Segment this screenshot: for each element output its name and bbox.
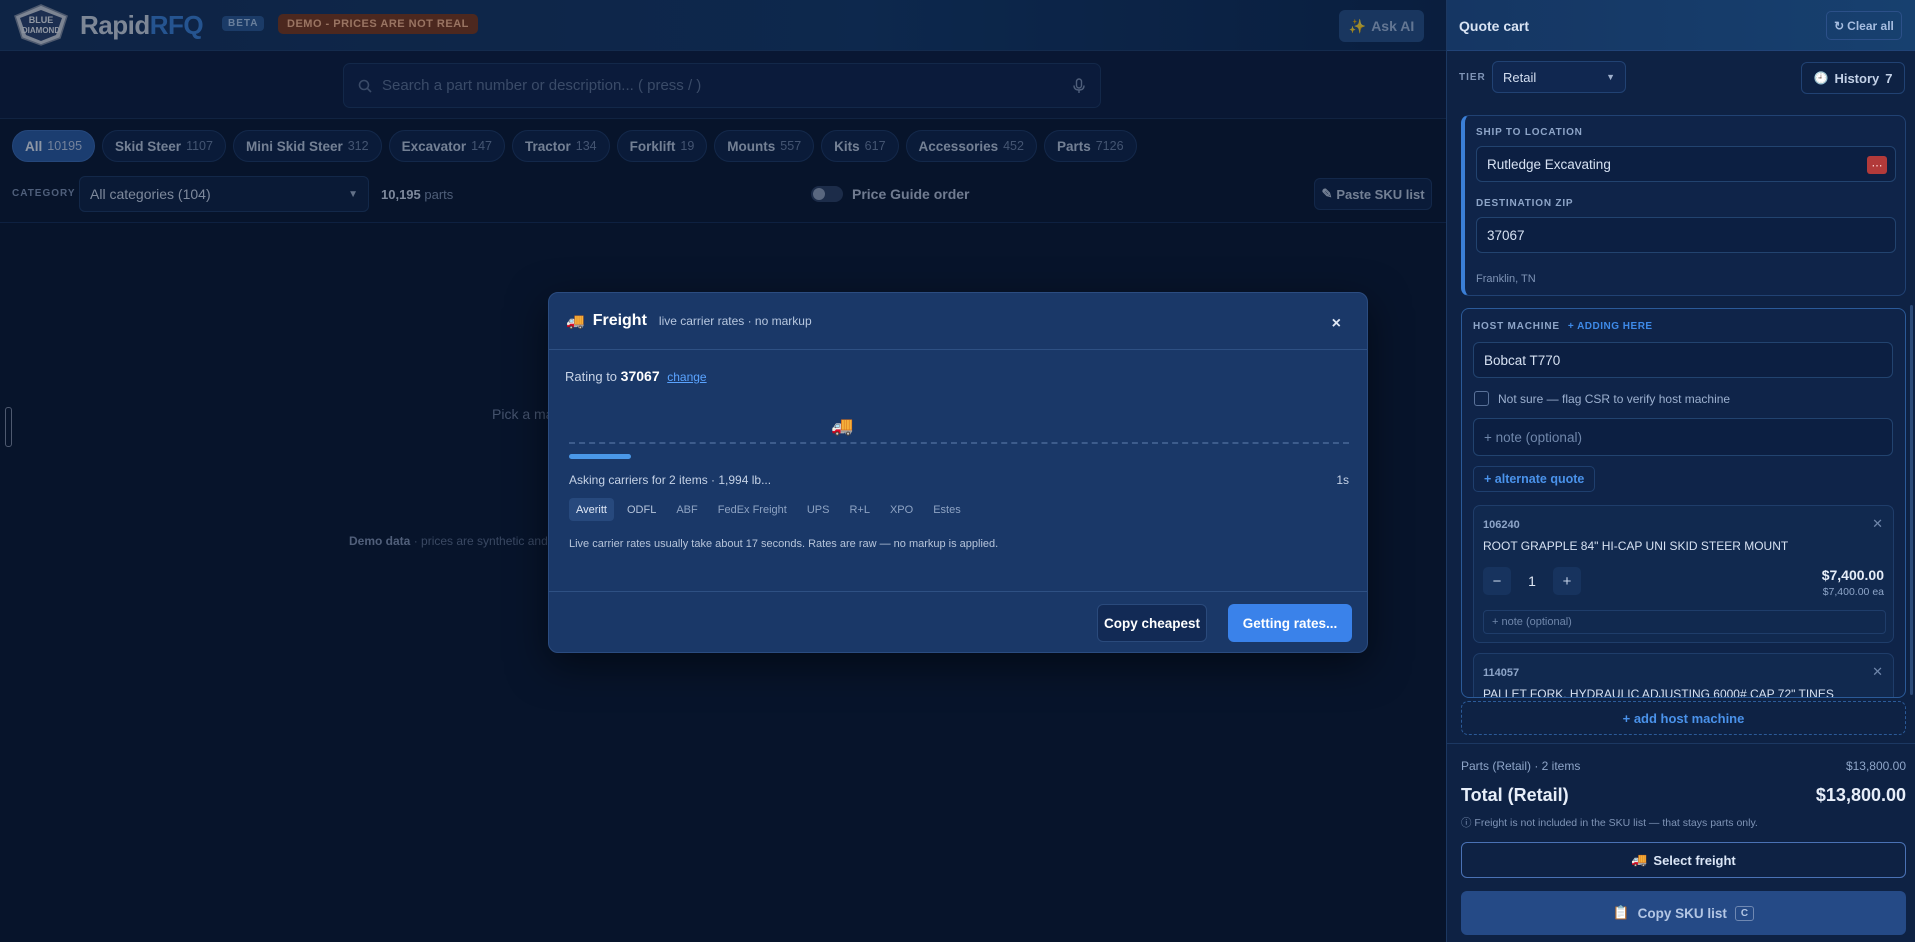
increment-button[interactable]: + (1553, 567, 1581, 595)
host-machine-label: HOST MACHINE + ADDING HERE (1473, 321, 1653, 332)
rating-zip: 37067 (620, 368, 660, 384)
carrier-estes: Estes (933, 503, 961, 516)
quantity-stepper: − 1 + (1483, 567, 1581, 595)
item-description: PALLET FORK, HYDRAULIC ADJUSTING 6000# C… (1483, 687, 1834, 698)
change-zip-link[interactable]: change (667, 370, 706, 384)
cart-scrollbar[interactable] (1910, 305, 1913, 695)
select-freight-button[interactable]: 🚚 Select freight (1461, 842, 1906, 878)
close-icon[interactable]: × (1332, 315, 1341, 333)
carrier-averitt: Averitt (569, 498, 614, 521)
truck-icon: 🚚 (1631, 852, 1648, 867)
ship-to-field[interactable]: Rutledge Excavating ⋯ (1476, 146, 1896, 182)
item-sku: 114057 (1483, 667, 1520, 679)
getting-rates-button[interactable]: Getting rates... (1228, 604, 1352, 642)
carrier-rl: R+L (849, 503, 870, 516)
not-sure-checkbox[interactable] (1474, 391, 1489, 406)
adding-here-tag: + ADDING HERE (1567, 321, 1653, 332)
host-machine-section: HOST MACHINE + ADDING HERE Bobcat T770 No… (1461, 308, 1906, 698)
clear-all-button[interactable]: ↻ Clear all (1826, 11, 1902, 40)
route-track (569, 442, 1349, 444)
copy-cheapest-button[interactable]: Copy cheapest (1097, 604, 1207, 642)
cart-item: 114057 PALLET FORK, HYDRAULIC ADJUSTING … (1473, 653, 1894, 698)
rating-line: Rating to 37067 change (565, 368, 707, 384)
tier-label: TIER (1459, 72, 1486, 83)
quote-cart-panel: Quote cart ↻ Clear all TIER Retail ▼ 🕘 H… (1446, 0, 1915, 942)
item-price: $7,400.00 $7,400.00 ea (1821, 567, 1884, 598)
item-description: ROOT GRAPPLE 84" HI-CAP UNI SKID STEER M… (1483, 539, 1789, 553)
shortcut-key: C (1734, 905, 1755, 921)
modal-footer-divider (549, 591, 1367, 592)
carrier-ups: UPS (806, 503, 830, 516)
cart-title: Quote cart (1459, 18, 1530, 34)
modal-header: 🚚 Freight live carrier rates · no markup (549, 293, 1367, 350)
quantity-value[interactable]: 1 (1517, 573, 1547, 589)
asking-status: Asking carriers for 2 items · 1,994 lb..… (569, 473, 772, 487)
freight-modal: 🚚 Freight live carrier rates · no markup… (548, 292, 1368, 653)
item-unit-price: $7,400.00 ea (1822, 586, 1884, 598)
dest-zip-field[interactable]: 37067 (1476, 217, 1896, 253)
modal-title: Freight (592, 312, 647, 329)
cart-item: 106240 ROOT GRAPPLE 84" HI-CAP UNI SKID … (1473, 505, 1894, 643)
item-sku: 106240 (1483, 519, 1520, 531)
ship-to-section: SHIP TO LOCATION Rutledge Excavating ⋯ D… (1461, 115, 1906, 296)
host-note-input[interactable]: + note (optional) (1473, 418, 1893, 456)
host-machine-field[interactable]: Bobcat T770 (1473, 342, 1893, 378)
remove-item-icon[interactable]: ✕ (1872, 516, 1883, 532)
rates-note: Live carrier rates usually take about 17… (569, 538, 999, 550)
history-button[interactable]: 🕘 History 7 (1801, 62, 1905, 94)
cart-header: Quote cart ↻ Clear all (1447, 0, 1915, 51)
not-sure-row[interactable]: Not sure — flag CSR to verify host machi… (1474, 391, 1730, 406)
freight-note: ⓘ Freight is not included in the SKU lis… (1461, 817, 1758, 829)
modal-subtitle: live carrier rates · no markup (658, 314, 812, 328)
carrier-fedex-freight: FedEx Freight (717, 503, 787, 516)
parts-summary: Parts (Retail) · 2 items $13,800.00 (1461, 759, 1906, 773)
carrier-list: Averitt ODFL ABF FedEx Freight UPS R+L X… (569, 498, 968, 521)
clipboard-icon: 📋 (1612, 905, 1630, 920)
total-row: Total (Retail) $13,800.00 (1461, 785, 1906, 805)
elapsed-time: 1s (1336, 473, 1349, 487)
add-host-machine-button[interactable]: + add host machine (1461, 701, 1906, 735)
city-label: Franklin, TN (1476, 273, 1536, 285)
clock-icon: 🕘 (1813, 71, 1829, 85)
tier-select[interactable]: Retail ▼ (1492, 61, 1626, 93)
copy-sku-button[interactable]: 📋 Copy SKU list C (1461, 891, 1906, 935)
moving-truck-icon: 🚚 (831, 416, 854, 436)
carrier-odfl: ODFL (626, 503, 657, 516)
carrier-xpo: XPO (889, 503, 914, 516)
item-note-input[interactable]: + note (optional) (1483, 610, 1886, 634)
divider (1447, 743, 1915, 744)
chevron-down-icon: ▼ (1606, 72, 1615, 82)
more-options-icon[interactable]: ⋯ (1867, 156, 1887, 174)
dest-zip-label: DESTINATION ZIP (1476, 198, 1574, 209)
decrement-button[interactable]: − (1483, 567, 1511, 595)
history-count: 7 (1885, 70, 1893, 86)
refresh-icon: ↻ (1834, 18, 1845, 33)
progress-bar (569, 454, 631, 459)
truck-icon: 🚚 (566, 313, 585, 330)
remove-item-icon[interactable]: ✕ (1872, 664, 1883, 680)
alternate-quote-button[interactable]: + alternate quote (1473, 466, 1596, 492)
carrier-abf: ABF (676, 503, 698, 516)
ship-to-label: SHIP TO LOCATION (1476, 127, 1583, 138)
